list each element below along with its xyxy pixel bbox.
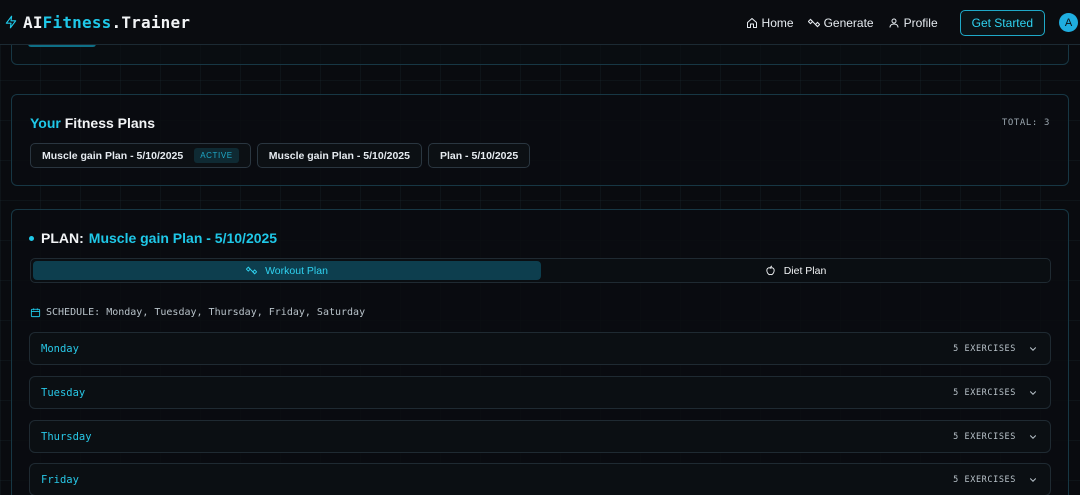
schedule-text: SCHEDULE: Monday, Tuesday, Thursday, Fri…: [46, 307, 366, 318]
brand-logo[interactable]: AIFitness.Trainer: [4, 13, 190, 32]
chevron-down-icon: [1029, 391, 1037, 395]
day-name: Thursday: [41, 431, 92, 443]
plan-tab-label: Plan - 5/10/2025: [439, 149, 519, 162]
nav-home-link[interactable]: Home: [746, 16, 794, 30]
plans-title: Your Fitness Plans: [30, 115, 156, 131]
plan-tab-1[interactable]: Muscle gain Plan - 5/10/2025 ACTIVE: [30, 143, 251, 168]
tab-diet-plan[interactable]: Diet Plan: [543, 261, 1048, 280]
exercise-count: 5 EXERCISES: [953, 388, 1016, 398]
plans-total: TOTAL: 3: [1001, 118, 1050, 128]
apple-icon: [766, 265, 775, 276]
nav-profile-label: Profile: [903, 15, 938, 30]
nav-links: Home Generate Profile Get Started A: [746, 0, 1080, 45]
nav-generate-label: Generate: [823, 15, 874, 30]
exercise-count: 5 EXERCISES: [953, 475, 1016, 485]
nav-home-label: Home: [761, 15, 794, 30]
nav-generate-link[interactable]: Generate: [807, 15, 874, 30]
plan-tab-2[interactable]: Muscle gain Plan - 5/10/2025: [256, 143, 422, 168]
schedule-line: SCHEDULE: Monday, Tuesday, Thursday, Fri…: [30, 307, 365, 318]
top-nav-bar: AIFitness.Trainer Home Generate Profile …: [0, 0, 1080, 45]
tab-workout-plan[interactable]: Workout Plan: [33, 261, 541, 280]
tab-workout-label: Workout Plan: [265, 264, 328, 277]
plan-heading: PLAN: Muscle gain Plan - 5/10/2025: [29, 230, 277, 246]
nav-profile-link[interactable]: Profile: [888, 16, 938, 30]
plan-tab-label: Muscle gain Plan - 5/10/2025: [268, 149, 410, 162]
day-name: Friday: [41, 474, 79, 486]
day-name: Tuesday: [41, 387, 86, 399]
calendar-icon: [30, 308, 41, 318]
day-row-tuesday[interactable]: Tuesday 5 EXERCISES: [29, 376, 1051, 409]
get-started-button[interactable]: Get Started: [959, 9, 1045, 36]
plan-detail-card: PLAN: Muscle gain Plan - 5/10/2025 Worko…: [11, 209, 1069, 495]
exercise-count: 5 EXERCISES: [953, 432, 1016, 442]
day-row-thursday[interactable]: Thursday 5 EXERCISES: [29, 420, 1051, 453]
day-row-monday[interactable]: Monday 5 EXERCISES: [29, 332, 1051, 365]
plan-tab-3[interactable]: Plan - 5/10/2025: [427, 143, 531, 168]
exercise-count: 5 EXERCISES: [953, 344, 1016, 354]
dumbbell-icon: [807, 18, 820, 27]
plan-prefix: PLAN:: [41, 230, 84, 246]
day-row-friday[interactable]: Friday 5 EXERCISES: [29, 463, 1051, 495]
bullet-dot: [29, 235, 34, 241]
plan-selector: Muscle gain Plan - 5/10/2025 ACTIVE Musc…: [30, 143, 536, 168]
chevron-down-icon: [1029, 478, 1037, 482]
avatar[interactable]: A: [1059, 13, 1078, 32]
plan-name: Muscle gain Plan - 5/10/2025: [88, 230, 278, 246]
tab-diet-label: Diet Plan: [783, 264, 827, 277]
lightning-icon: [5, 15, 17, 29]
home-icon: [746, 17, 757, 28]
active-badge: ACTIVE: [194, 148, 239, 163]
chevron-down-icon: [1029, 435, 1037, 439]
day-name: Monday: [41, 343, 79, 355]
chevron-down-icon: [1029, 347, 1037, 351]
brand-name: AIFitness.Trainer: [23, 12, 191, 32]
plan-tab-label: Muscle gain Plan - 5/10/2025: [42, 149, 184, 162]
dumbbell-icon: [246, 266, 258, 275]
fitness-plans-card: Your Fitness Plans TOTAL: 3 Muscle gain …: [11, 94, 1069, 186]
user-icon: [889, 18, 899, 28]
plan-type-tabs: Workout Plan Diet Plan: [30, 258, 1051, 283]
